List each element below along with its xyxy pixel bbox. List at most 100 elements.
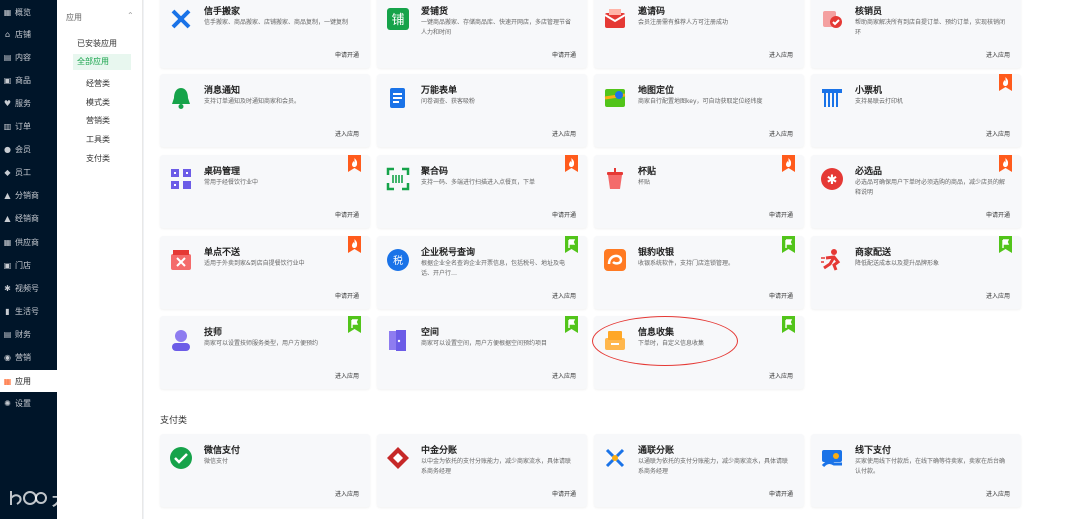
app-card-action[interactable]: 申请开通 <box>552 489 576 498</box>
app-card[interactable]: 信息收集 下单时，自定义信息收集 进入应用 <box>594 316 804 389</box>
sidebar-item[interactable]: ▦ 应用 <box>0 370 57 392</box>
submenu-item-all[interactable]: 全部应用 <box>73 54 131 70</box>
order-icon: ▥ <box>3 121 12 131</box>
sidebar-item[interactable]: ● 会员 <box>0 138 57 160</box>
app-card-title: 杯贴 <box>638 167 657 177</box>
sidebar-item-label: 内容 <box>15 52 31 62</box>
app-card-desc: 会员注册需有推荐人方可注册成功 <box>638 19 729 26</box>
app-card[interactable]: 万能表单 问卷调查、获客吸粉 进入应用 <box>377 74 587 147</box>
app-card[interactable]: 小票机 支持易联云打印机 进入应用 <box>811 74 1021 147</box>
app-card[interactable]: 消息通知 支持订单通知及时通知商家和会员。 进入应用 <box>160 74 370 147</box>
sidebar-item[interactable]: ◆ 员工 <box>0 161 57 183</box>
app-card-desc: 一键商品搬家、存储商品库、快速开网店，多店管理节省人力和时间 <box>421 19 571 36</box>
sidebar-item[interactable]: ▮ 生活号 <box>0 300 57 322</box>
app-card-desc: 以中金为依托的支付分账能力，减少商家流水，具体请联系商务经理 <box>421 458 571 475</box>
app-card[interactable]: 中金分账以中金为依托的支付分账能力，减少商家流水，具体请联系商务经理申请开通 <box>377 434 587 507</box>
app-card-action[interactable]: 进入应用 <box>769 50 793 59</box>
app-card-desc: 问卷调查、获客吸粉 <box>421 98 476 105</box>
sidebar-item[interactable]: ▲ 分销商 <box>0 184 57 206</box>
app-card-desc: 常用于经餐饮行业中 <box>204 179 259 186</box>
app-card-action[interactable]: 进入应用 <box>335 371 359 380</box>
app-card[interactable]: ✱ 必选品 必选品可确保用户下单时必须选购的商品，减少店员的解释说明 申请开通 <box>811 155 1021 228</box>
sidebar-item[interactable]: ✱ 视频号 <box>0 277 57 299</box>
sidebar-item[interactable]: ▤ 财务 <box>0 323 57 345</box>
app-card-title: 必选品 <box>855 167 883 177</box>
app-card[interactable]: 微信支付 微信支付 进入应用 <box>160 434 370 507</box>
table-code-icon <box>171 169 191 189</box>
app-card-action[interactable]: 申请开通 <box>335 50 359 59</box>
app-card[interactable]: 通联分账 以通联为依托的支付分账能力，减少商家流水，具体请联系商务经理 申请开通 <box>594 434 804 507</box>
submenu-item-marketing[interactable]: 营销类 <box>86 115 110 126</box>
svg-text:税: 税 <box>393 254 403 267</box>
app-card-action[interactable]: 申请开通 <box>335 210 359 219</box>
watermark-text: 大数跨境 <box>52 490 117 509</box>
app-card[interactable]: 税 企业税号查询 根据企业全名查询企业开票信息，包括税号、地址及电话、开户行… 进入应… <box>377 236 587 309</box>
sidebar-item-label: 供应商 <box>15 237 39 247</box>
app-card[interactable]: 铺 爱铺货 一键商品搬家、存储商品库、快速开网店，多店管理节省人力和时间 申请开通 <box>377 0 587 68</box>
app-card-action[interactable]: 申请开通 <box>552 50 576 59</box>
space-icon <box>389 330 406 351</box>
app-card-action[interactable]: 进入应用 <box>552 371 576 380</box>
app-card-action[interactable]: 申请开通 <box>769 291 793 300</box>
app-card[interactable]: 空间 商家可以设置空间，用户方便根据空间预约项目 进入应用 <box>377 316 587 389</box>
app-card-action[interactable]: 申请开通 <box>769 489 793 498</box>
app-card[interactable]: 聚合码 支持一码、多端进行扫描进入点餐页，下单 申请开通 <box>377 155 587 228</box>
app-card[interactable]: 技师 商家可以设置技师服务类型，用户方便预约 进入应用 <box>160 316 370 389</box>
hot-flame-badge-icon <box>999 74 1012 91</box>
app-card-action[interactable]: 申请开通 <box>552 210 576 219</box>
app-card-title: 中金分账 <box>421 446 458 456</box>
sidebar-item[interactable]: ▦ 供应商 <box>0 231 57 253</box>
app-card-title: 信手搬家 <box>204 7 241 17</box>
submenu-item-installed[interactable]: 已安装应用 <box>77 38 117 49</box>
app-card[interactable]: 线下支付 买家使用线下付款后，在线下确等待卖家，卖家在后台确认付款。 进入应用 <box>811 434 1021 507</box>
app-card[interactable]: 商家配送 降低配送成本以及提升品牌形象 进入应用 <box>811 236 1021 309</box>
app-card-action[interactable]: 进入应用 <box>986 291 1010 300</box>
app-card-action[interactable]: 进入应用 <box>552 129 576 138</box>
app-card[interactable]: 邀请码会员注册需有推荐人方可注册成功进入应用 <box>594 0 804 68</box>
app-card[interactable]: 桌码管理 常用于经餐饮行业中 申请开通 <box>160 155 370 228</box>
sidebar-item-label: 概览 <box>15 7 31 17</box>
sidebar-item[interactable]: ▣ 门店 <box>0 254 57 276</box>
app-card-action[interactable]: 进入应用 <box>986 129 1010 138</box>
submenu-item-tools[interactable]: 工具类 <box>86 134 110 145</box>
app-card-action[interactable]: 进入应用 <box>986 489 1010 498</box>
sidebar-item-label: 会员 <box>15 144 31 154</box>
submenu-item-business[interactable]: 经营类 <box>86 78 110 89</box>
app-card-action[interactable]: 进入应用 <box>986 50 1010 59</box>
overview-icon: ▦ <box>3 7 12 17</box>
sidebar-item[interactable]: ⌂ 店铺 <box>0 23 57 45</box>
sidebar-item[interactable]: ✺ 设置 <box>0 392 57 414</box>
sidebar-item[interactable]: ▣ 商品 <box>0 69 57 91</box>
submenu-item-payment[interactable]: 支付类 <box>86 153 110 164</box>
app-card[interactable]: 信手搬家 信手搬家、商品搬家、店铺搬家、商品复制，一键复制 申请开通 <box>160 0 370 68</box>
app-card-action[interactable]: 进入应用 <box>769 371 793 380</box>
app-card-action[interactable]: 进入应用 <box>769 129 793 138</box>
sidebar-item[interactable]: ▦ 概览 <box>0 1 57 23</box>
app-card-title: 邀请码 <box>638 7 666 17</box>
sidebar-item[interactable]: ▥ 订单 <box>0 115 57 137</box>
app-card-action[interactable]: 申请开通 <box>986 210 1010 219</box>
content-icon: ▤ <box>3 52 12 62</box>
app-card[interactable]: 银豹收银 收银系统软件，支持门店连锁管理。 申请开通 <box>594 236 804 309</box>
app-card-action[interactable]: 申请开通 <box>335 291 359 300</box>
app-card[interactable]: 单点不送 适用于外卖到家&到店自提餐饮行业中 申请开通 <box>160 236 370 309</box>
svg-text:✱: ✱ <box>827 173 838 188</box>
hot-flame-badge-icon <box>348 155 361 172</box>
app-card[interactable]: 地图定位 商家自行配置地图key，可自动获取定位经纬度 进入应用 <box>594 74 804 147</box>
settings-icon: ✺ <box>4 398 11 408</box>
sidebar-item[interactable]: ◉ 营销 <box>0 346 57 368</box>
sidebar-item[interactable]: ♥ 服务 <box>0 92 57 114</box>
chevron-up-icon[interactable]: ⌃ <box>127 11 134 20</box>
app-card[interactable]: 杯贴 杯贴 申请开通 <box>594 155 804 228</box>
sidebar-item[interactable]: ▲ 经销商 <box>0 207 57 229</box>
app-card-action[interactable]: 进入应用 <box>335 129 359 138</box>
sidebar-item-label: 生活号 <box>15 306 39 316</box>
submenu-item-mode[interactable]: 模式类 <box>86 97 110 108</box>
new-flag-badge-icon <box>348 316 361 333</box>
app-card-title: 聚合码 <box>421 167 449 177</box>
app-card-action[interactable]: 申请开通 <box>769 210 793 219</box>
app-card-action[interactable]: 进入应用 <box>552 291 576 300</box>
app-card[interactable]: 核销员 帮助商家解决所有到店自提订单、预约订单，实现核销闭环 进入应用 <box>811 0 1021 68</box>
app-card-action[interactable]: 进入应用 <box>335 489 359 498</box>
sidebar-item[interactable]: ▤ 内容 <box>0 46 57 68</box>
